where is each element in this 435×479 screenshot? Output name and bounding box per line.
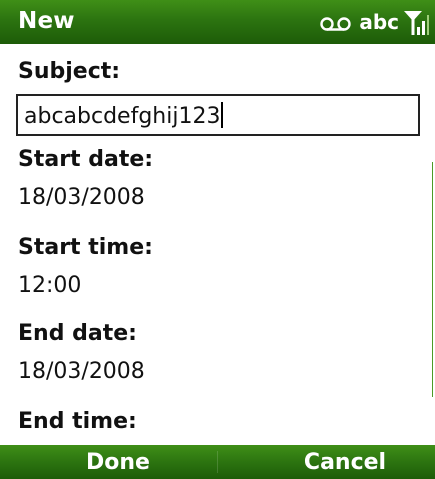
status-icons: abc	[319, 6, 429, 38]
start-date-label: Start date:	[18, 147, 154, 172]
softkey-bar: Done Cancel	[0, 445, 435, 479]
end-date-field[interactable]: 18/03/2008	[18, 358, 145, 386]
title-bar: New abc	[0, 0, 435, 44]
voicemail-icon	[319, 13, 353, 31]
softkey-divider	[217, 451, 218, 473]
signal-strength-icon	[403, 7, 429, 37]
cancel-button[interactable]: Cancel	[245, 449, 435, 477]
done-button[interactable]: Done	[18, 449, 218, 477]
text-caret	[221, 102, 224, 128]
window-title: New	[18, 8, 75, 34]
subject-label: Subject:	[18, 59, 121, 84]
end-date-label: End date:	[18, 321, 137, 346]
subject-input[interactable]: abcabcdefghij123	[16, 94, 420, 136]
input-mode-indicator: abc	[359, 10, 399, 34]
start-time-field[interactable]: 12:00	[18, 272, 81, 300]
start-date-field[interactable]: 18/03/2008	[18, 184, 145, 212]
appointment-form: Subject: abcabcdefghij123 Start date: 18…	[0, 44, 435, 445]
end-time-label: End time:	[18, 409, 137, 434]
start-time-label: Start time:	[18, 235, 153, 260]
subject-input-value: abcabcdefghij123	[24, 104, 221, 129]
scroll-indicator[interactable]	[432, 162, 433, 397]
